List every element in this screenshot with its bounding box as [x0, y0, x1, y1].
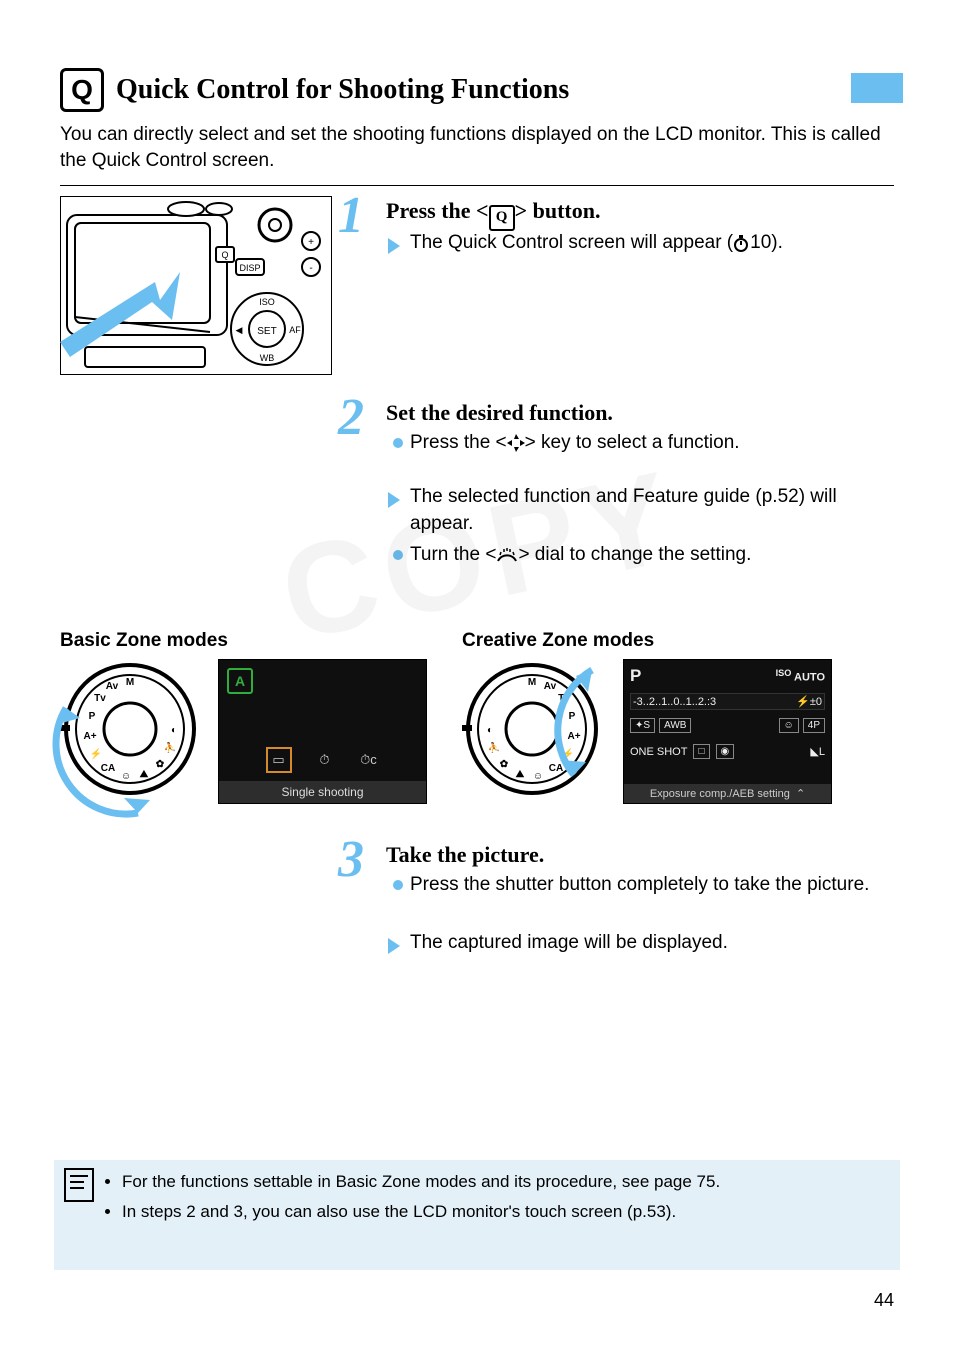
s2-row-2: ✦S AWB ☺ 4P — [630, 718, 825, 733]
s2-bottom: Exposure comp./AEB setting ⌃ — [624, 784, 831, 803]
step-1-text: The Quick Control screen will appear ( 10… — [410, 230, 894, 261]
note-icon — [64, 1168, 94, 1202]
mode-p: P — [630, 666, 641, 686]
step-number-2: 2 — [338, 388, 364, 447]
iso-auto: ISO AUTO — [776, 668, 825, 684]
note-list: For the functions settable in Basic Zone… — [106, 1170, 890, 1224]
exposure-scale: -3..2..1..0..1..2.:3 — [633, 696, 716, 708]
lcd-screen-creative: P ISO AUTO -3..2..1..0..1..2.:3 ⚡±0 ✦S A… — [623, 659, 832, 804]
svg-text:WB: WB — [260, 353, 275, 363]
arrow-bullet-icon — [388, 238, 400, 254]
intro-paragraph: You can directly select and set the shoo… — [60, 122, 894, 173]
s2b3b: > dial to change the setting. — [518, 544, 751, 565]
step1-title-post: > button. — [515, 198, 601, 223]
lcd-screen-basic: A ▭ ⏱ ⏱c Single shooting — [218, 659, 427, 804]
svg-text:✿: ✿ — [500, 759, 509, 770]
step-number-3: 3 — [338, 830, 364, 889]
drive-chip: □ — [693, 744, 709, 759]
note-item-2: In steps 2 and 3, you can also use the L… — [122, 1200, 890, 1224]
svg-text:⛹: ⛹ — [488, 741, 500, 754]
basic-zone-caption: Basic Zone modes — [60, 628, 228, 655]
step-2-title: Set the desired function. — [386, 400, 613, 426]
chevron-up-icon: ⌃ — [796, 788, 805, 800]
dot-bullet-icon — [393, 880, 403, 890]
svg-text:SET: SET — [257, 326, 276, 337]
arrow-bullet-icon — [388, 492, 400, 508]
mode-badge-auto-icon: A — [227, 668, 253, 694]
svg-text:Q: Q — [221, 250, 228, 260]
step-number-1: 1 — [338, 186, 364, 245]
svg-text:◐: ◐ — [487, 725, 493, 736]
s2b1a: Press the < — [410, 432, 507, 453]
cross-key-icon — [507, 434, 525, 461]
step-3-line1: Press the shutter button completely to t… — [410, 872, 894, 899]
drive-icons-row: ▭ ⏱ ⏱c — [219, 747, 426, 773]
note-item-1: For the functions settable in Basic Zone… — [122, 1170, 890, 1194]
dot-bullet-icon — [393, 438, 403, 448]
s2b1b: > key to select a function. — [525, 432, 740, 453]
timer-10-icon — [733, 234, 749, 261]
dot-bullet-icon — [393, 550, 403, 560]
rotate-arrow-icon — [38, 658, 218, 838]
q-icon: Q — [60, 68, 104, 112]
step1-title-pre: Press the < — [386, 198, 489, 223]
step1-b1a: The Quick Control screen will appear ( — [410, 232, 733, 253]
s2-row-top: P ISO AUTO — [630, 666, 825, 686]
quality-chip: ◣L — [810, 745, 825, 758]
awb-chip: AWB — [659, 718, 691, 733]
page-number: 44 — [874, 1290, 894, 1311]
step-3-title: Take the picture. — [386, 842, 544, 868]
header: Q Quick Control for Shooting Functions — [60, 68, 894, 112]
selftimer-icon: ⏱ — [314, 749, 336, 771]
pointer-arrow-icon — [60, 272, 190, 362]
timer-value: 10 — [750, 232, 771, 253]
face-icon: ☺ — [779, 718, 799, 733]
s2-row-3: ONE SHOT □ ◉ ◣L — [630, 744, 825, 759]
divider — [60, 185, 894, 186]
s2b3a: Turn the < — [410, 544, 496, 565]
note2-post: ). — [666, 1202, 676, 1221]
svg-text:ISO: ISO — [259, 297, 275, 307]
picture-style-icon: ✦S — [630, 718, 655, 733]
page-title: Quick Control for Shooting Functions — [116, 74, 569, 106]
q-button-icon: Q — [489, 205, 515, 231]
step-2-line2: The selected function and Feature guide … — [410, 484, 894, 537]
flash-mode-icon: 4P — [803, 718, 825, 733]
svg-text:+: + — [308, 237, 314, 248]
note-box: For the functions settable in Basic Zone… — [54, 1160, 900, 1270]
step-3-line2: The captured image will be displayed. — [410, 930, 894, 957]
step1-b1b: ). — [771, 232, 783, 253]
svg-text:◀: ◀ — [236, 325, 243, 335]
flash-comp: ⚡±0 — [796, 695, 822, 708]
svg-text:⛰: ⛰ — [515, 769, 525, 780]
metering-chip: ◉ — [716, 744, 735, 759]
svg-text:AF: AF — [289, 325, 301, 335]
selftimer-cont-icon: ⏱c — [358, 749, 380, 771]
single-shot-icon: ▭ — [266, 747, 292, 773]
s2-bottom-label: Exposure comp./AEB setting — [650, 788, 790, 800]
svg-text:-: - — [309, 263, 312, 274]
screen-bottom-label: Single shooting — [219, 781, 426, 803]
note2-pre: In steps 2 and 3, you can also use the L… — [122, 1202, 633, 1221]
step-1-title: Press the <Q> button. — [386, 198, 600, 231]
svg-text:DISP: DISP — [239, 263, 260, 273]
main-dial-icon — [496, 545, 518, 572]
one-shot: ONE SHOT — [630, 746, 687, 758]
s2-row-exp: -3..2..1..0..1..2.:3 ⚡±0 — [630, 693, 825, 710]
arrow-bullet-icon — [388, 938, 400, 954]
step-2-line3: Turn the < > dial to change the setting. — [410, 542, 894, 572]
step-2-line1: Press the < > key to select a function. — [410, 430, 894, 461]
